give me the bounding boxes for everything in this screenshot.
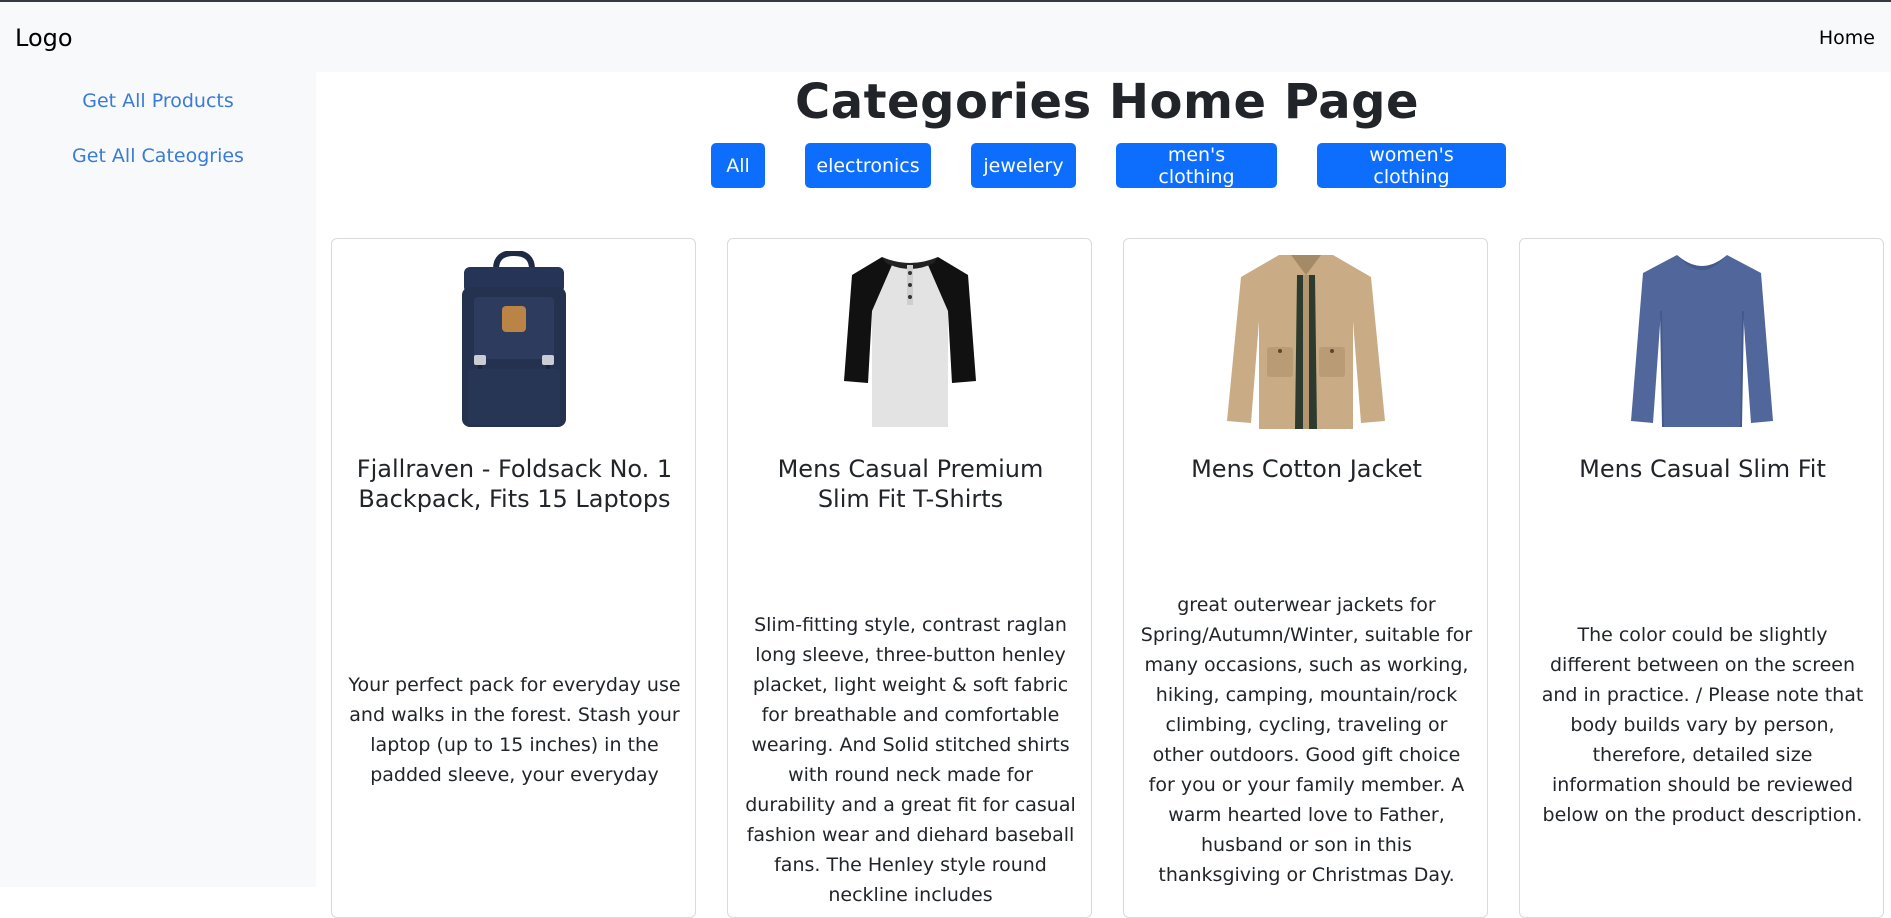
main-content: Categories Home Page All electronics jew… — [316, 72, 1891, 918]
product-description: Slim-fitting style, contrast raglan long… — [745, 614, 1076, 906]
sidebar-item-get-all-products[interactable]: Get All Products — [0, 90, 316, 112]
sidebar-item-get-all-categories[interactable]: Get All Cateogries — [0, 145, 316, 167]
logo[interactable]: Logo — [15, 24, 73, 52]
product-card[interactable]: Mens Casual Premium Slim Fit T-Shirts Sl… — [727, 238, 1092, 918]
filter-jewelery-button[interactable]: jewelery — [971, 143, 1076, 188]
product-title[interactable]: Mens Cotton Jacket — [1144, 454, 1469, 484]
product-image-backpack — [332, 251, 695, 431]
home-link[interactable]: Home — [1819, 27, 1875, 49]
product-description: great outerwear jackets for Spring/Autum… — [1140, 594, 1473, 886]
product-card[interactable]: Mens Casual Slim Fit The color could be … — [1519, 238, 1884, 918]
filter-electronics-button[interactable]: electronics — [805, 143, 931, 188]
product-card[interactable]: Mens Cotton Jacket great outerwear jacke… — [1123, 238, 1488, 918]
product-title[interactable]: Mens Casual Slim Fit — [1540, 454, 1865, 484]
filter-womens-clothing-button[interactable]: women's clothing — [1317, 143, 1506, 188]
product-title[interactable]: Mens Casual Premium Slim Fit T-Shirts — [748, 454, 1073, 514]
filter-mens-clothing-button[interactable]: men's clothing — [1116, 143, 1277, 188]
product-image-raglan-shirt — [728, 251, 1091, 431]
product-description: Your perfect pack for everyday use and w… — [348, 674, 681, 786]
category-filters: All electronics jewelery men's clothing … — [711, 143, 1506, 188]
product-card[interactable]: Fjallraven - Foldsack No. 1 Backpack, Fi… — [331, 238, 696, 918]
navbar: Logo Home — [0, 0, 1891, 72]
product-description: The color could be slightly different be… — [1541, 624, 1864, 826]
filter-all-button[interactable]: All — [711, 143, 765, 188]
page-title: Categories Home Page — [794, 74, 1420, 130]
sidebar: Get All Products Get All Cateogries — [0, 72, 316, 887]
product-image-long-sleeve-shirt — [1520, 251, 1883, 431]
product-title[interactable]: Fjallraven - Foldsack No. 1 Backpack, Fi… — [352, 454, 677, 514]
product-image-jacket — [1124, 251, 1487, 431]
